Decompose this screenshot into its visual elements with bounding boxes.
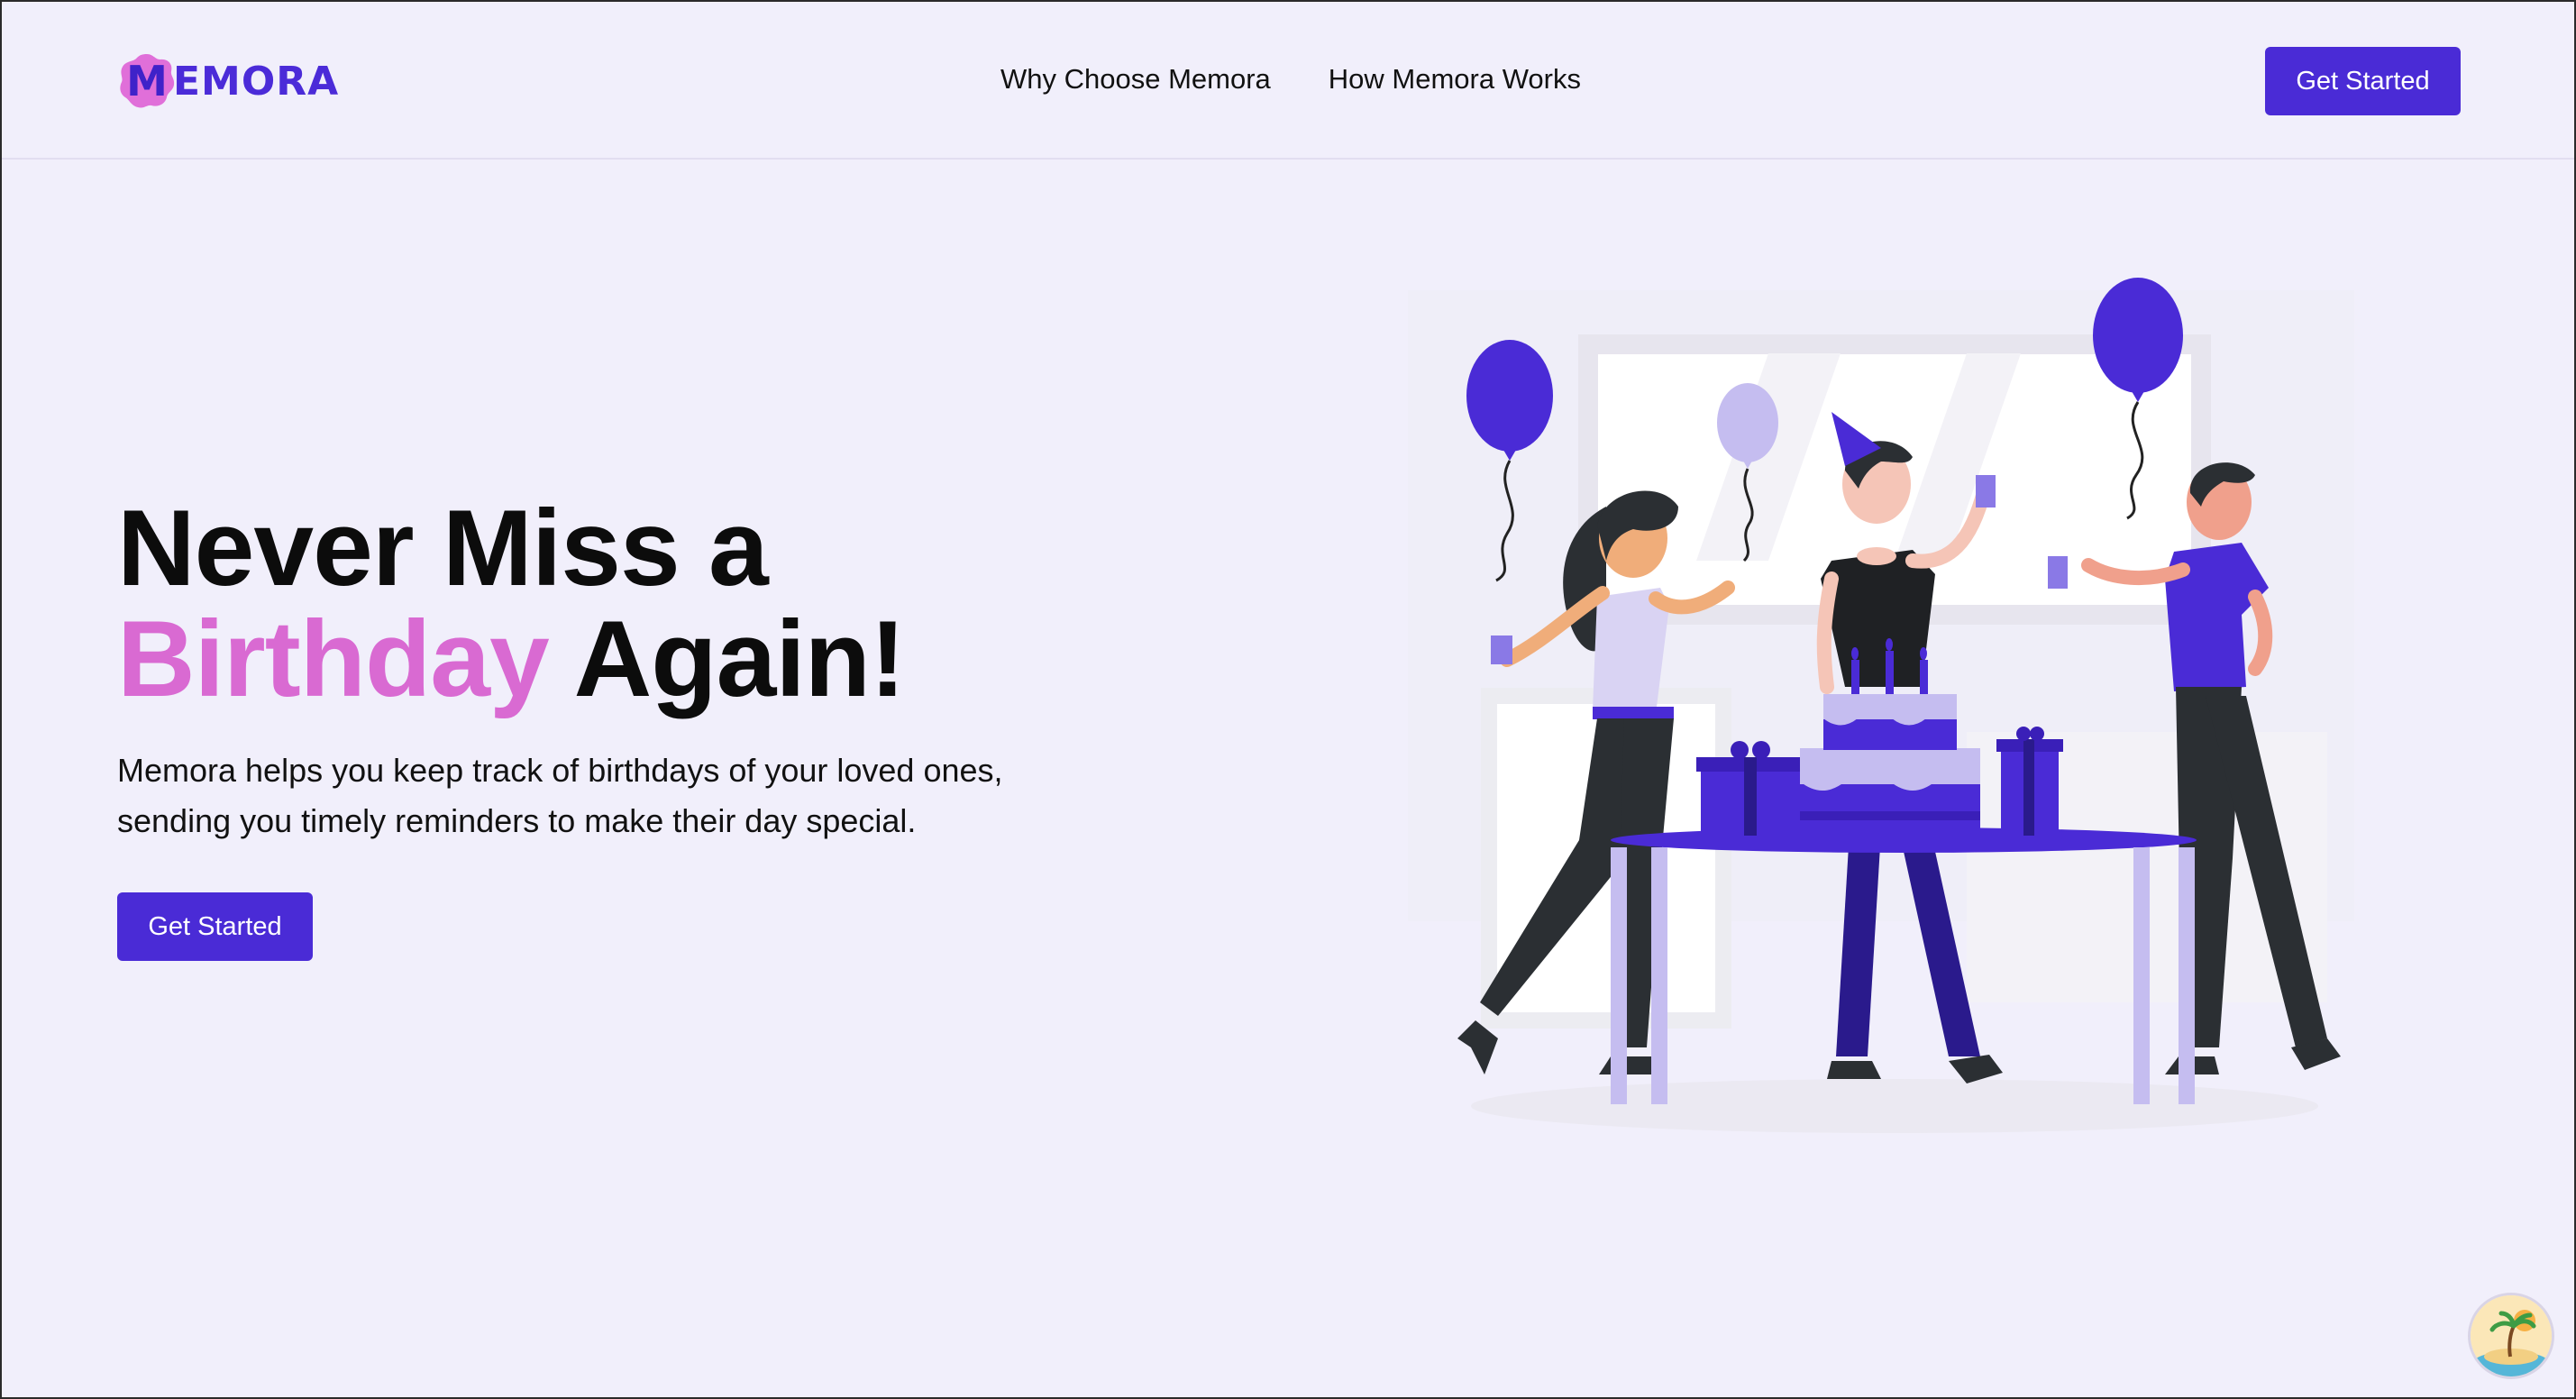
site-header: M EMORA Why Choose Memora How Memora Wor… xyxy=(2,2,2574,160)
nav-why-choose[interactable]: Why Choose Memora xyxy=(1000,61,1271,97)
hero-title-end: Again! xyxy=(573,599,906,719)
memora-logo[interactable]: M EMORA xyxy=(117,49,339,114)
hero-title: Never Miss a Birthday Again! xyxy=(117,493,906,715)
gift-icon xyxy=(1996,727,2063,836)
hero-subtitle-line2: sending you timely reminders to make the… xyxy=(117,802,917,839)
hero-subtitle-line1: Memora helps you keep track of birthdays… xyxy=(117,752,1003,789)
logo-badge-icon: M xyxy=(117,51,177,111)
hero-get-started-button[interactable]: Get Started xyxy=(117,892,313,961)
beach-avatar-icon[interactable] xyxy=(2468,1293,2554,1379)
header-get-started-button[interactable]: Get Started xyxy=(2265,47,2461,115)
nav-how-it-works[interactable]: How Memora Works xyxy=(1329,61,1581,97)
hero-subtitle: Memora helps you keep track of birthdays… xyxy=(117,745,1073,846)
birthday-party-illustration xyxy=(1390,263,2381,1147)
logo-wordmark: EMORA xyxy=(173,58,340,105)
hero-title-accent: Birthday xyxy=(117,599,550,719)
hero-title-line1: Never Miss a xyxy=(117,488,769,608)
main-nav: Why Choose Memora How Memora Works xyxy=(1000,61,1581,97)
